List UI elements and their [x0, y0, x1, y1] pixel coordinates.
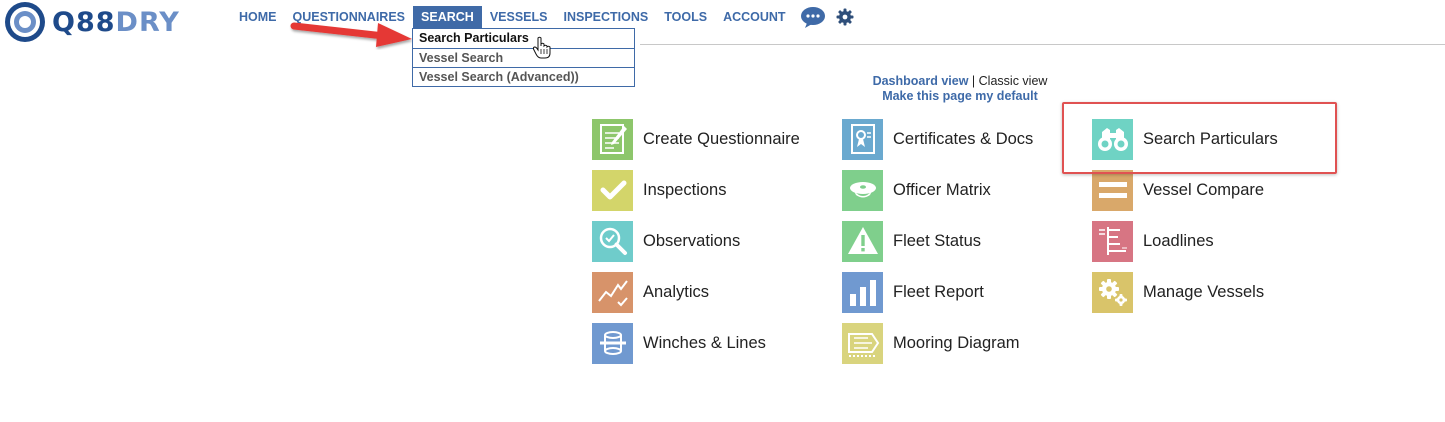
- tile-create-questionnaire[interactable]: Create Questionnaire: [592, 118, 800, 160]
- tile-label: Fleet Status: [893, 231, 982, 250]
- warning-triangle-icon: [842, 220, 883, 262]
- compare-bars-icon: [1092, 169, 1133, 211]
- view-separator: |: [971, 74, 976, 88]
- tile-label: Fleet Report: [893, 282, 984, 301]
- nav-vessels[interactable]: VESSELS: [482, 6, 556, 28]
- officer-cap-icon: [842, 169, 883, 211]
- tile-label: Winches & Lines: [643, 333, 766, 352]
- search-dropdown-menu: Search Particulars Vessel Search Vessel …: [412, 28, 635, 87]
- trend-chart-icon: [592, 271, 633, 313]
- menu-item-vessel-search-advanced[interactable]: Vessel Search (Advanced)): [413, 67, 634, 86]
- tile-fleet-report[interactable]: Fleet Report: [842, 271, 984, 313]
- nav-search[interactable]: SEARCH: [413, 6, 482, 28]
- tile-label: Observations: [643, 231, 741, 250]
- tile-label: Analytics: [643, 282, 710, 301]
- tile-manage-vessels[interactable]: Manage Vessels: [1092, 271, 1264, 313]
- tile-label: Search Particulars: [1143, 129, 1278, 148]
- tile-label: Manage Vessels: [1143, 282, 1265, 301]
- tile-mooring-diagram[interactable]: Mooring Diagram: [842, 322, 1020, 364]
- tile-winches-lines[interactable]: Winches & Lines: [592, 322, 766, 364]
- tile-loadlines[interactable]: Loadlines: [1092, 220, 1214, 262]
- menu-item-vessel-search[interactable]: Vessel Search: [413, 48, 634, 67]
- tile-search-particulars[interactable]: Search Particulars: [1092, 118, 1278, 160]
- tile-label: Certificates & Docs: [893, 129, 1034, 148]
- nav-tools[interactable]: TOOLS: [656, 6, 715, 28]
- header-divider: [640, 44, 1445, 45]
- tile-label: Inspections: [643, 180, 727, 199]
- nav-account[interactable]: ACCOUNT: [715, 6, 794, 28]
- tile-vessel-compare[interactable]: Vessel Compare: [1092, 169, 1264, 211]
- tile-fleet-status[interactable]: Fleet Status: [842, 220, 981, 262]
- chat-bubble-icon[interactable]: [800, 6, 826, 28]
- tile-label: Officer Matrix: [893, 180, 991, 199]
- tile-inspections[interactable]: Inspections: [592, 169, 726, 211]
- logo-text-accent: DRY: [115, 6, 180, 38]
- tile-certificates-docs[interactable]: Certificates & Docs: [842, 118, 1033, 160]
- tile-officer-matrix[interactable]: Officer Matrix: [842, 169, 991, 211]
- tile-label: Vessel Compare: [1143, 180, 1265, 199]
- logo-ring-icon: [5, 2, 45, 42]
- dashboard-view-link[interactable]: Dashboard view: [873, 74, 969, 88]
- gears-icon: [1092, 271, 1133, 313]
- nav-inspections[interactable]: INSPECTIONS: [555, 6, 656, 28]
- q88dry-logo[interactable]: Q88DRY: [2, 0, 212, 44]
- view-switch: Dashboard view | Classic view Make this …: [840, 74, 1080, 104]
- classic-view-link[interactable]: Classic view: [979, 74, 1048, 88]
- nav-home[interactable]: HOME: [231, 6, 285, 28]
- loadline-mark-icon: [1092, 220, 1133, 262]
- tile-observations[interactable]: Observations: [592, 220, 740, 262]
- hand-pointer-cursor-icon: [532, 36, 551, 59]
- red-arrow-annotation-icon: [290, 22, 412, 47]
- questionnaire-icon: [592, 118, 633, 160]
- tile-analytics[interactable]: Analytics: [592, 271, 709, 313]
- bar-chart-icon: [842, 271, 883, 313]
- winch-icon: [592, 322, 633, 364]
- tile-label: Mooring Diagram: [893, 333, 1020, 352]
- mooring-diagram-icon: [842, 322, 883, 364]
- certificate-icon: [842, 118, 883, 160]
- tile-label: Create Questionnaire: [643, 129, 800, 148]
- make-default-link[interactable]: Make this page my default: [840, 89, 1080, 104]
- logo-text-main: Q88: [52, 6, 116, 38]
- checkmark-icon: [592, 169, 633, 211]
- binoculars-icon: [1092, 118, 1133, 160]
- menu-item-search-particulars[interactable]: Search Particulars: [413, 29, 634, 48]
- tile-label: Loadlines: [1143, 231, 1214, 250]
- gear-icon[interactable]: [836, 6, 854, 28]
- magnifier-check-icon: [592, 220, 633, 262]
- logo-wordmark: Q88DRY: [52, 9, 180, 36]
